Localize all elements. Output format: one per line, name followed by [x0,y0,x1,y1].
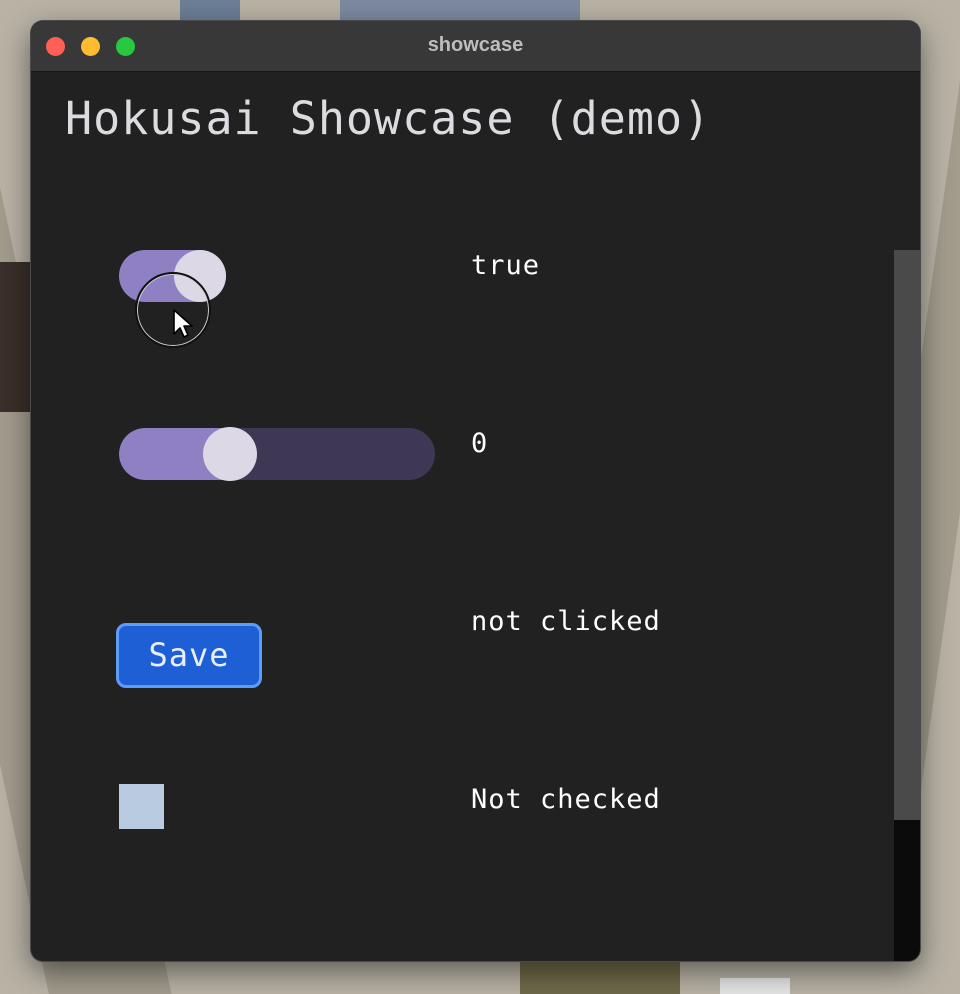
slider-handle[interactable] [202,427,257,481]
toggle-switch[interactable] [119,250,226,302]
pointer-arrow-icon [173,309,193,338]
button-status-text: not clicked [471,606,661,637]
page-title: Hokusai Showcase (demo) [65,92,712,145]
window-title: showcase [427,34,524,56]
slider-track[interactable] [119,428,435,480]
toggle-value-text: true [471,250,541,281]
toggle-knob [174,250,226,302]
app-window: showcase Hokusai Showcase (demo) true 0 … [31,21,920,961]
title-bar: showcase [31,21,920,72]
checkbox-status-text: Not checked [471,784,661,815]
checkbox[interactable] [119,784,164,829]
save-button[interactable]: Save [116,623,262,688]
slider-value-text: 0 [471,428,489,459]
window-content: Hokusai Showcase (demo) true 0 Save not … [31,72,920,961]
scrollbar-thumb[interactable] [894,250,920,820]
